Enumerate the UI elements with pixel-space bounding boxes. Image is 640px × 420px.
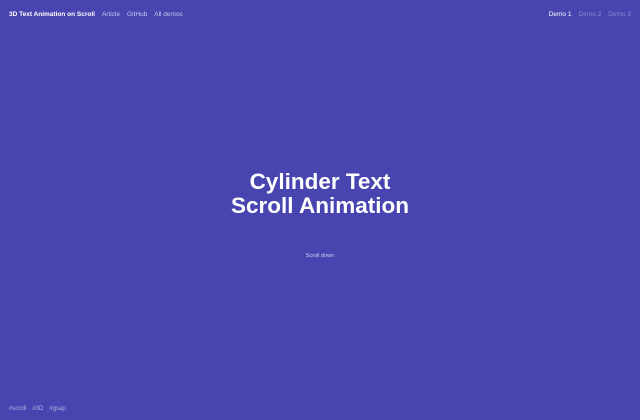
tag-scroll[interactable]: #scroll — [9, 406, 26, 412]
demo-1-link[interactable]: Demo 1 — [549, 11, 572, 18]
hero-title-line-2: Scroll Animation — [231, 193, 409, 218]
demo-2-link[interactable]: Demo 2 — [578, 11, 601, 18]
tag-gsap[interactable]: #gsap — [49, 406, 65, 412]
article-link[interactable]: Article — [102, 11, 120, 18]
demo-nav: Demo 1 Demo 2 Demo 3 — [549, 11, 631, 18]
all-demos-link[interactable]: All demos — [154, 11, 183, 18]
demo-3-link[interactable]: Demo 3 — [608, 11, 631, 18]
page-frame: 3D Text Animation on Scroll Article GitH… — [0, 0, 640, 420]
scroll-hint: Scroll down — [305, 253, 335, 259]
github-link[interactable]: GitHub — [127, 11, 147, 18]
header-nav: 3D Text Animation on Scroll Article GitH… — [9, 11, 183, 18]
hero-title: Cylinder Text Scroll Animation — [0, 170, 640, 218]
site-title: 3D Text Animation on Scroll — [9, 10, 95, 18]
tag-list: #scroll #3D #gsap — [9, 406, 66, 412]
tag-3d[interactable]: #3D — [32, 406, 43, 412]
top-bar: 3D Text Animation on Scroll Article GitH… — [9, 8, 631, 20]
hero-title-line-1: Cylinder Text — [249, 169, 391, 194]
